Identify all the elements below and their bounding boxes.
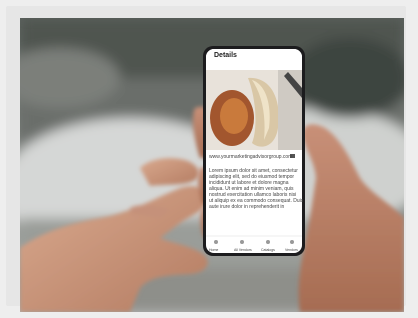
email-link[interactable]: www.yourmarketingadvisorgroup.com <box>209 154 292 160</box>
nav-home[interactable]: Home <box>209 247 218 253</box>
smartphone <box>203 46 305 256</box>
image-frame: Details www.yourmarketingadvisorgroup.co… <box>6 6 406 312</box>
photo-scene <box>20 18 404 312</box>
nav-catalogs[interactable]: Catalogs <box>261 247 275 253</box>
paragraph-line: aute irure dolor in reprehenderit in <box>209 204 285 210</box>
description-paragraph: Lorem ipsum dolor sit amet, consectetur … <box>209 168 303 210</box>
app-title: Details <box>214 52 237 59</box>
nav-all-vendors[interactable]: All Vendors <box>234 247 252 253</box>
photo: Details www.yourmarketingadvisorgroup.co… <box>20 18 404 312</box>
nav-vendors[interactable]: Vendors <box>285 247 298 253</box>
